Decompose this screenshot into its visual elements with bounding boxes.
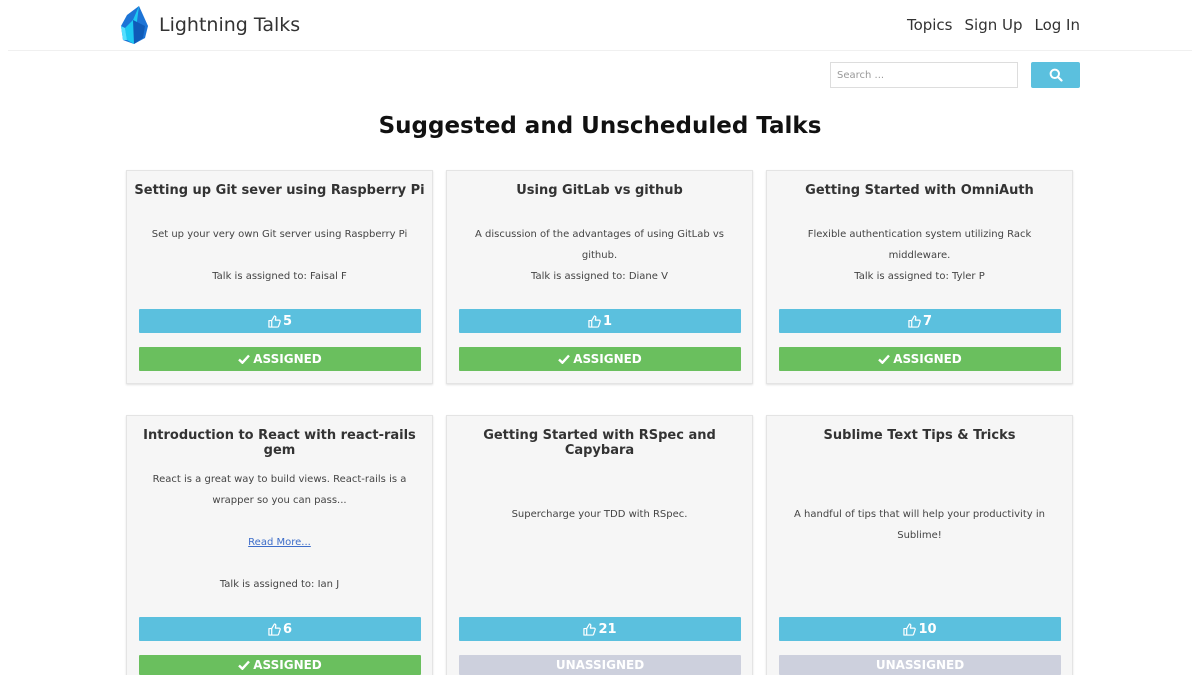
talk-title: Getting Started with RSpec and Capybara: [483, 428, 716, 458]
talk-description: React is a great way to build views. Rea…: [152, 474, 407, 506]
nav-link-sign-up[interactable]: Sign Up: [965, 16, 1023, 34]
talk-title: Sublime Text Tips & Tricks: [823, 428, 1016, 443]
status-button[interactable]: UNASSIGNED: [459, 655, 741, 675]
talk-description: Supercharge your TDD with RSpec.: [511, 509, 688, 520]
status-label: ASSIGNED: [573, 352, 642, 366]
upvote-button[interactable]: 7: [779, 309, 1061, 333]
talk-card: Getting Started with OmniAuth Flexible a…: [766, 170, 1073, 384]
talk-card: Getting Started with RSpec and Capybara …: [446, 415, 753, 675]
status-button[interactable]: ASSIGNED: [139, 655, 421, 675]
thumbs-up-icon: [588, 314, 601, 328]
talk-card: Using GitLab vs github A discussion of t…: [446, 170, 753, 384]
thumbs-up-icon: [268, 622, 281, 636]
talk-description: A handful of tips that will help your pr…: [794, 509, 1045, 541]
status-button[interactable]: ASSIGNED: [459, 347, 741, 371]
talk-assignee: Talk is assigned to: Faisal F: [212, 271, 347, 282]
talk-assignee: Talk is assigned to: Diane V: [531, 271, 668, 282]
status-label: UNASSIGNED: [875, 658, 965, 672]
check-icon: [238, 354, 251, 364]
upvote-button[interactable]: 21: [459, 617, 741, 641]
thumbs-up-icon: [583, 622, 597, 636]
upvote-button[interactable]: 6: [139, 617, 421, 641]
talk-title: Using GitLab vs github: [516, 183, 683, 198]
search-icon: [1049, 68, 1063, 82]
talk-assignee: Talk is assigned to: Ian J: [219, 579, 340, 590]
upvote-button[interactable]: 5: [139, 309, 421, 333]
talk-title: Getting Started with OmniAuth: [805, 183, 1034, 198]
vote-count: 6: [282, 621, 293, 637]
status-label: ASSIGNED: [253, 658, 322, 672]
nav-links: Topics Sign Up Log In: [907, 16, 1080, 34]
talk-title: Introduction to React with react-rails g…: [143, 428, 416, 458]
vote-count: 21: [598, 621, 617, 637]
vote-count: 1: [602, 313, 613, 329]
talk-card: Introduction to React with react-rails g…: [126, 415, 433, 675]
talk-title: Setting up Git sever using Raspberry Pi: [134, 183, 425, 198]
check-icon: [238, 660, 251, 670]
status-button[interactable]: ASSIGNED: [779, 347, 1061, 371]
thumbs-up-icon: [268, 314, 281, 328]
search-button[interactable]: [1031, 62, 1080, 88]
brand-name: Lightning Talks: [159, 14, 301, 36]
vote-count: 5: [282, 313, 293, 329]
navbar: Lightning Talks Topics Sign Up Log In: [8, 0, 1192, 51]
status-button[interactable]: UNASSIGNED: [779, 655, 1061, 675]
upvote-button[interactable]: 1: [459, 309, 741, 333]
talk-card: Sublime Text Tips & Tricks A handful of …: [766, 415, 1073, 675]
thumbs-up-icon: [903, 622, 917, 636]
status-label: ASSIGNED: [253, 352, 322, 366]
search-input[interactable]: [830, 62, 1018, 88]
status-button[interactable]: ASSIGNED: [139, 347, 421, 371]
vote-count: 7: [922, 313, 933, 329]
nav-link-log-in[interactable]: Log In: [1035, 16, 1081, 34]
check-icon: [878, 354, 891, 364]
status-label: ASSIGNED: [893, 352, 962, 366]
status-label: UNASSIGNED: [555, 658, 645, 672]
talk-card: Setting up Git sever using Raspberry Pi …: [126, 170, 433, 384]
check-icon: [558, 354, 571, 364]
thumbs-up-icon: [908, 314, 921, 328]
talk-description: Flexible authentication system utilizing…: [807, 229, 1032, 261]
lightning-logo-icon: [121, 6, 148, 44]
upvote-button[interactable]: 10: [779, 617, 1061, 641]
talk-description: Set up your very own Git server using Ra…: [151, 229, 408, 240]
read-more-link[interactable]: Read More...: [137, 532, 422, 553]
page-title: Suggested and Unscheduled Talks: [378, 113, 822, 139]
brand[interactable]: Lightning Talks: [119, 6, 300, 44]
vote-count: 10: [918, 621, 937, 637]
talk-assignee: Talk is assigned to: Tyler P: [854, 271, 985, 282]
nav-link-topics[interactable]: Topics: [907, 16, 953, 34]
talk-description: A discussion of the advantages of using …: [474, 229, 725, 261]
